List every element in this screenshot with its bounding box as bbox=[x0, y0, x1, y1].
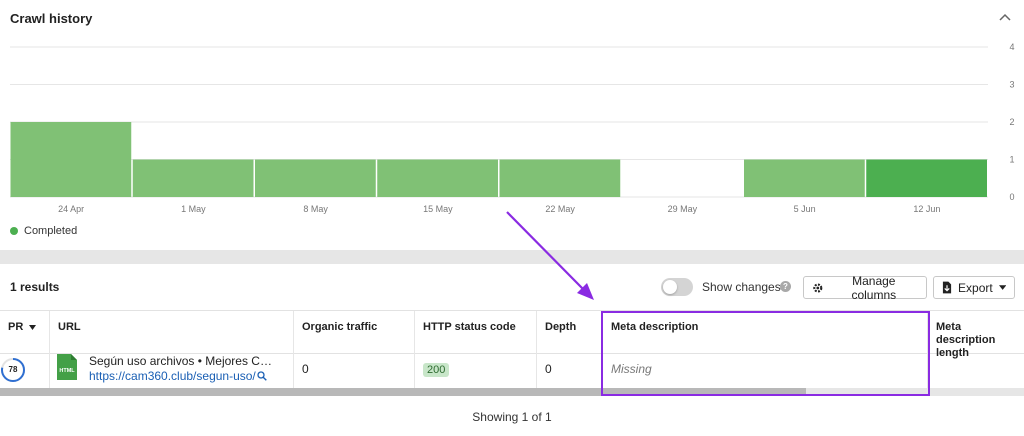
x-tick-label: 29 May bbox=[668, 204, 698, 214]
chart-bar[interactable] bbox=[866, 159, 987, 198]
chevron-up-icon[interactable] bbox=[998, 10, 1012, 24]
caret-down-icon bbox=[998, 284, 1006, 290]
question-icon[interactable]: ? bbox=[780, 281, 791, 292]
chart-bar[interactable] bbox=[255, 159, 376, 198]
column-header-organic-traffic[interactable]: Organic traffic bbox=[293, 311, 414, 355]
search-icon[interactable] bbox=[257, 371, 267, 381]
column-header-depth[interactable]: Depth bbox=[536, 311, 602, 355]
y-tick-label: 4 bbox=[1009, 42, 1014, 52]
x-tick-label: 22 May bbox=[545, 204, 575, 214]
page-url-link[interactable]: https://cam360.club/segun-uso/ bbox=[89, 369, 256, 383]
crawl-history-title: Crawl history bbox=[10, 11, 93, 26]
x-tick-label: 12 Jun bbox=[913, 204, 940, 214]
chart-bar[interactable] bbox=[377, 159, 498, 198]
y-tick-label: 1 bbox=[1009, 155, 1014, 165]
y-tick-label: 2 bbox=[1009, 117, 1014, 127]
column-header-url[interactable]: URL bbox=[49, 311, 293, 355]
section-divider bbox=[0, 250, 1024, 264]
svg-text:HTML: HTML bbox=[59, 368, 75, 374]
export-button[interactable]: Export bbox=[933, 276, 1015, 299]
x-tick-label: 5 Jun bbox=[794, 204, 816, 214]
html-file-icon: HTML bbox=[57, 354, 77, 380]
page-title: Según uso archivos • Mejores C… bbox=[89, 354, 272, 368]
legend-label: Completed bbox=[24, 225, 78, 237]
results-count: 1 results bbox=[10, 280, 60, 294]
manage-columns-label: Manage columns bbox=[851, 273, 897, 302]
pr-value: 78 bbox=[8, 365, 18, 374]
x-tick-label: 8 May bbox=[303, 204, 328, 214]
pagination-status: Showing 1 of 1 bbox=[472, 410, 552, 424]
chart-bar[interactable] bbox=[499, 159, 621, 198]
show-changes-label: Show changes bbox=[702, 280, 781, 294]
manage-columns-button[interactable]: Manage columns bbox=[803, 273, 927, 302]
chart-bar[interactable] bbox=[744, 159, 865, 198]
show-changes-toggle[interactable] bbox=[661, 278, 693, 296]
crawl-history-panel: Crawl history 0 1 2 3 4 24 Apr 1 May 8 May 15 Ma… bbox=[0, 0, 1024, 250]
y-tick-label: 3 bbox=[1009, 80, 1014, 90]
chart-legend: Completed bbox=[10, 225, 77, 237]
x-tick-label: 15 May bbox=[423, 204, 453, 214]
highlight-box bbox=[601, 311, 930, 396]
crawl-history-chart: 0 1 2 3 4 24 Apr 1 May 8 May 15 May 22 May 29 May 5… bbox=[10, 42, 1015, 214]
column-header-pr[interactable]: PR bbox=[0, 311, 49, 355]
gear-icon bbox=[813, 282, 823, 293]
chart-bar[interactable] bbox=[132, 159, 254, 198]
sort-down-icon bbox=[29, 324, 37, 330]
legend-dot bbox=[10, 227, 18, 235]
crawl-report-page: Crawl history 0 1 2 3 4 24 Apr 1 May 8 May 15 Ma… bbox=[0, 0, 1024, 436]
x-tick-label: 1 May bbox=[181, 204, 206, 214]
x-tick-label: 24 Apr bbox=[58, 204, 84, 214]
status-badge: 200 bbox=[423, 363, 450, 377]
column-header-http-status[interactable]: HTTP status code bbox=[414, 311, 536, 355]
file-export-icon bbox=[942, 281, 952, 294]
y-tick-label: 0 bbox=[1009, 192, 1014, 202]
toggle-knob bbox=[663, 280, 677, 294]
export-label: Export bbox=[958, 280, 993, 295]
column-header-meta-description-length[interactable]: Meta description length bbox=[927, 311, 1024, 359]
chart-bar[interactable] bbox=[10, 122, 132, 197]
